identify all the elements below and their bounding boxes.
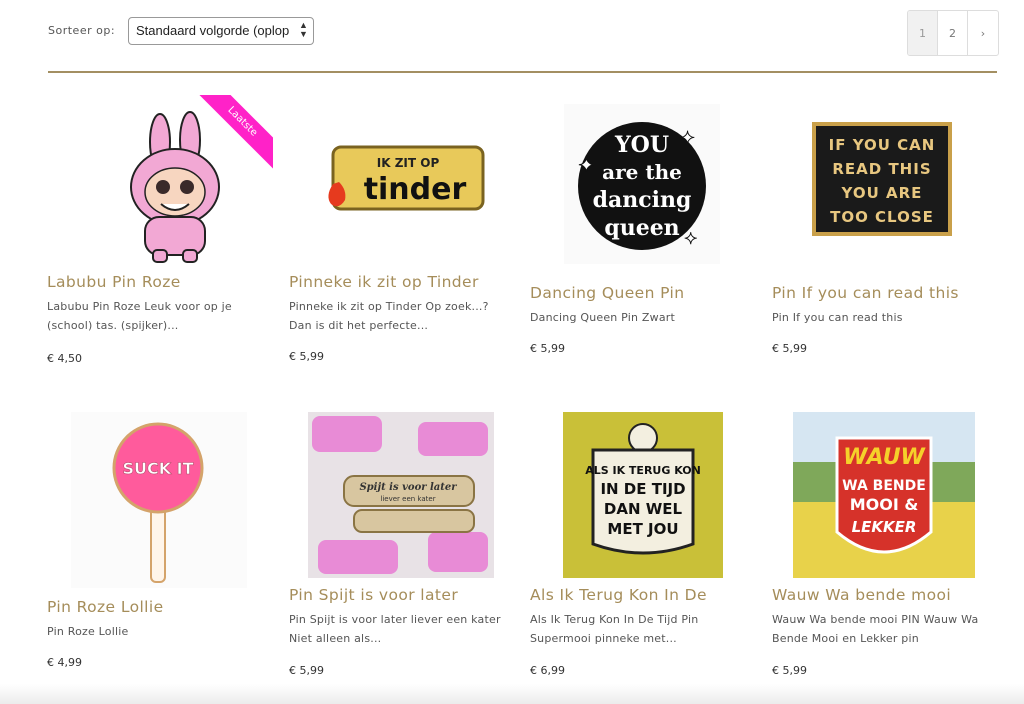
product-title[interactable]: Pin If you can read this — [772, 284, 998, 302]
art-text: IN DE TIJD — [600, 480, 685, 498]
product-image[interactable]: IK ZIT OP tinder — [303, 92, 503, 267]
product-price: € 6,99 — [530, 664, 565, 677]
svg-text:✦: ✦ — [680, 128, 695, 149]
product-price: € 5,99 — [772, 664, 807, 677]
art-text: queen — [604, 215, 679, 241]
product-description: Dancing Queen Pin Zwart — [530, 311, 675, 324]
art-text: MOOI & — [850, 495, 919, 514]
product-description: Pin Roze Lollie — [47, 625, 129, 638]
product-image[interactable]: Spijt is voor later liever een kater — [308, 412, 494, 578]
sort-label: Sorteer op: — [48, 24, 116, 37]
svg-text:✦: ✦ — [684, 229, 697, 248]
product-card[interactable]: IF YOU CAN READ THIS YOU ARE TOO CLOSE P… — [772, 92, 998, 372]
product-card[interactable]: YOU are the dancing queen ✦ ✦ ✦ Dancing … — [530, 92, 756, 372]
page-bottom-edge — [0, 684, 1024, 704]
art-text: IK ZIT OP — [377, 156, 440, 170]
last-item-ribbon: Laatste — [197, 95, 273, 171]
art-text: tinder — [364, 172, 467, 207]
art-text: are the — [602, 160, 682, 184]
page-1-link[interactable]: 1 — [908, 11, 938, 55]
product-image[interactable]: SUCK IT — [71, 412, 247, 588]
product-card[interactable]: Spijt is voor later liever een kater Pin… — [289, 410, 515, 680]
product-title[interactable]: Pin Roze Lollie — [47, 598, 273, 616]
product-image[interactable]: IF YOU CAN READ THIS YOU ARE TOO CLOSE — [812, 122, 952, 236]
art-text: YOU — [614, 132, 669, 158]
product-description: Labubu Pin Roze Leuk voor op je (school)… — [47, 300, 232, 332]
pagination: 1 2 › — [907, 10, 999, 56]
updown-chevron-icon: ▲ ▼ — [299, 20, 308, 39]
art-text: YOU ARE — [841, 184, 923, 202]
product-description: Pin If you can read this — [772, 311, 903, 324]
art-text: WAUW — [843, 445, 926, 470]
product-title[interactable]: Als Ik Terug Kon In De — [530, 586, 756, 604]
art-text: READ THIS — [832, 160, 931, 178]
product-price: € 5,99 — [772, 342, 807, 355]
product-price: € 4,99 — [47, 656, 82, 669]
product-description: Als Ik Terug Kon In De Tijd Pin Supermoo… — [530, 613, 699, 645]
shop-toolbar: Sorteer op: Standaard volgorde (oplop ▲ ▼… — [0, 0, 1024, 72]
art-text: ALS IK TERUG KON — [585, 464, 701, 477]
product-card[interactable]: WAUW WA BENDE MOOI & LEKKER Wauw Wa bend… — [772, 410, 998, 680]
art-text: TOO CLOSE — [830, 208, 934, 226]
art-text: liever een kater — [380, 495, 435, 503]
art-text: WA BENDE — [842, 478, 926, 494]
product-card[interactable]: Laatste Labubu Pin Roze Labubu Pin Roze … — [47, 92, 273, 372]
next-page-link[interactable]: › — [968, 11, 998, 55]
art-text: MET JOU — [607, 520, 678, 538]
product-description: Pin Spijt is voor later liever een kater… — [289, 613, 501, 645]
product-description: Pinneke ik zit op Tinder Op zoek...? Dan… — [289, 300, 489, 332]
product-card[interactable]: ALS IK TERUG KON IN DE TIJD DAN WEL MET … — [530, 410, 756, 680]
page-2-link[interactable]: 2 — [938, 11, 968, 55]
product-price: € 5,99 — [289, 350, 324, 363]
product-card[interactable]: IK ZIT OP tinder Pinneke ik zit op Tinde… — [289, 92, 515, 372]
art-text: DAN WEL — [604, 500, 683, 518]
toolbar-divider — [48, 71, 997, 73]
product-description: Wauw Wa bende mooi PIN Wauw Wa Bende Moo… — [772, 613, 979, 645]
product-title[interactable]: Labubu Pin Roze — [47, 273, 273, 291]
sort-select-value: Standaard volgorde (oplop — [136, 23, 290, 38]
product-price: € 5,99 — [530, 342, 565, 355]
sort-select[interactable]: Standaard volgorde (oplop ▲ ▼ — [128, 17, 314, 45]
art-text: LEKKER — [852, 518, 917, 536]
svg-text:✦: ✦ — [578, 153, 595, 177]
product-image[interactable]: ALS IK TERUG KON IN DE TIJD DAN WEL MET … — [563, 412, 723, 578]
product-title[interactable]: Wauw Wa bende mooi — [772, 586, 998, 604]
product-price: € 5,99 — [289, 664, 324, 677]
art-text: Spijt is voor later — [359, 482, 457, 493]
product-title[interactable]: Pinneke ik zit op Tinder — [289, 273, 515, 291]
product-price: € 4,50 — [47, 352, 82, 365]
product-image[interactable]: WAUW WA BENDE MOOI & LEKKER — [793, 412, 975, 578]
product-image[interactable]: YOU are the dancing queen ✦ ✦ ✦ — [564, 104, 720, 264]
product-card[interactable]: SUCK IT Pin Roze Lollie Pin Roze Lollie … — [47, 410, 273, 680]
ribbon-label: Laatste — [197, 95, 273, 171]
art-text: IF YOU CAN — [829, 136, 936, 154]
art-text: SUCK IT — [122, 459, 193, 478]
art-text: dancing — [593, 187, 692, 213]
product-title[interactable]: Pin Spijt is voor later — [289, 586, 515, 604]
product-title[interactable]: Dancing Queen Pin — [530, 284, 756, 302]
